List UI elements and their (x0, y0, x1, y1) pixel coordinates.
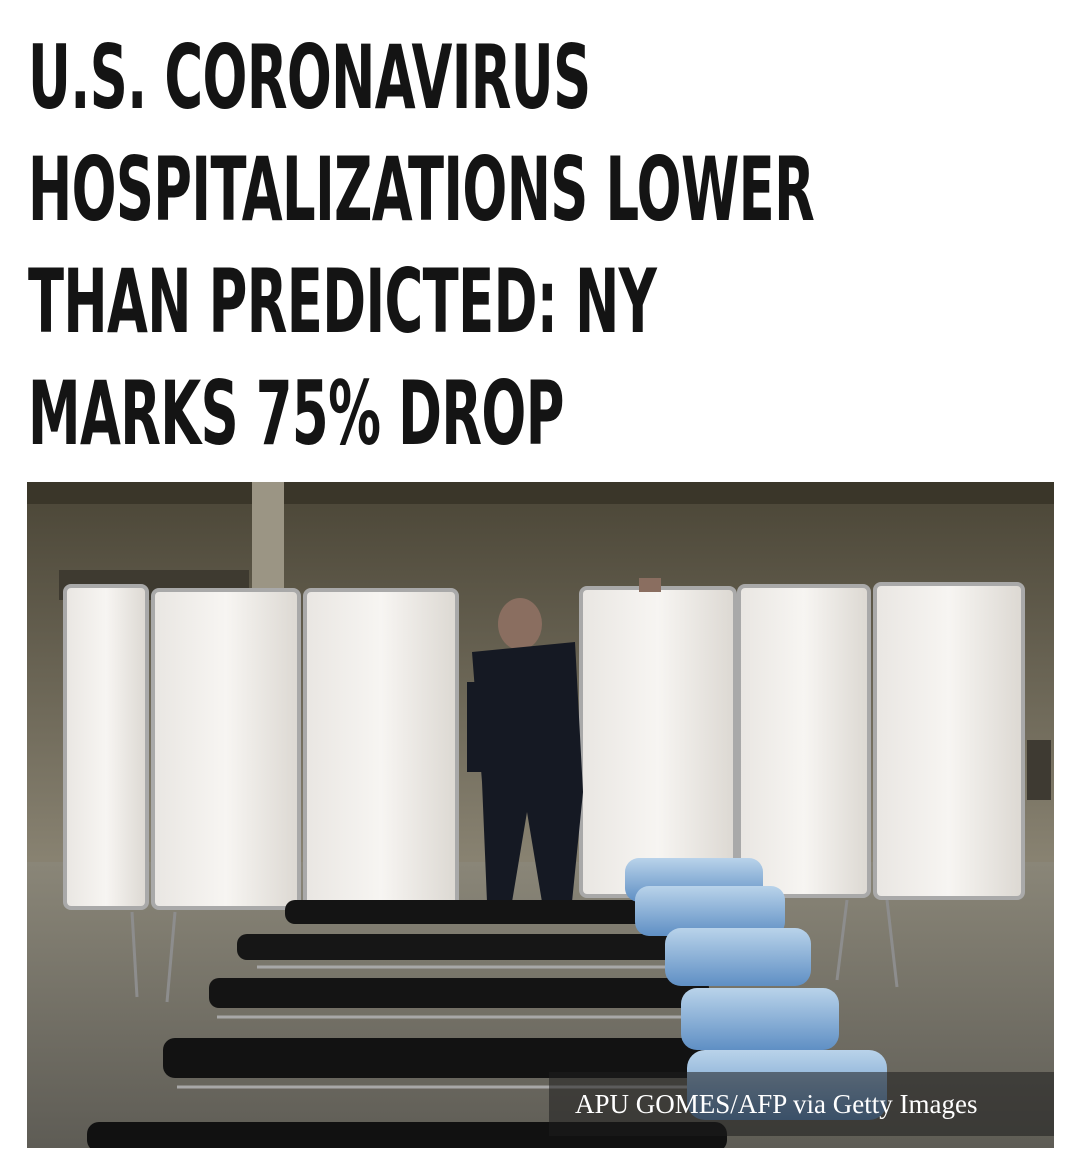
headline-line-2: HOSPITALIZATIONS LOWER (28, 138, 815, 241)
headline-line-3: THAN PREDICTED: NY (28, 250, 657, 353)
headline-line-4: MARKS 75% DROP (28, 362, 564, 465)
headline-line-1: U.S. CORONAVIRUS (28, 26, 591, 129)
news-photo: APU GOMES/AFP via Getty Images (27, 482, 1054, 1148)
field-hospital-scene (27, 482, 1054, 1148)
photo-credit: APU GOMES/AFP via Getty Images (549, 1072, 1054, 1136)
headline: U.S. CORONAVIRUS HOSPITALIZATIONS LOWER … (28, 22, 815, 470)
